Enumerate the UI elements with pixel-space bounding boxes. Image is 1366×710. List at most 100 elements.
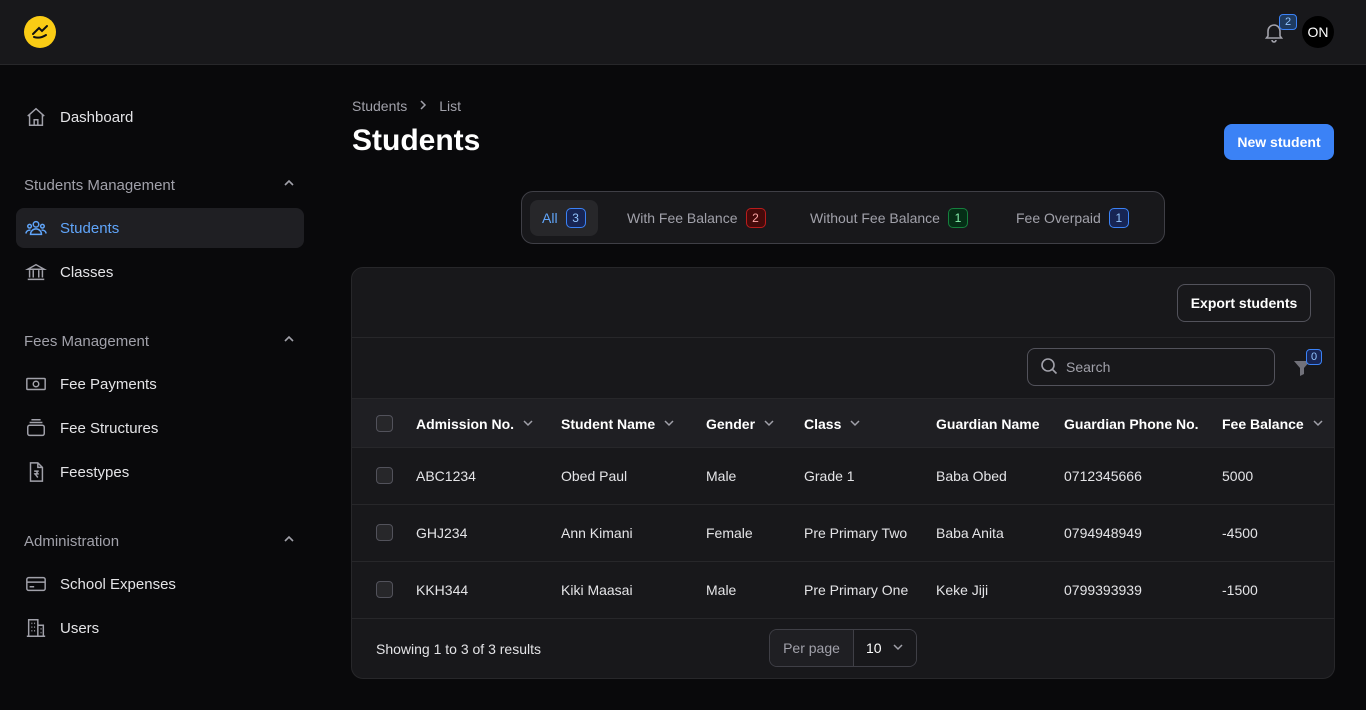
nav-group-administration[interactable]: Administration: [24, 529, 296, 553]
tab-count-badge: 1: [947, 208, 968, 228]
sidebar-item-label: Fee Structures: [60, 419, 159, 437]
per-page-value[interactable]: 10: [854, 630, 916, 666]
breadcrumb-parent[interactable]: Students: [352, 98, 407, 114]
column-header-class[interactable]: Class: [804, 399, 861, 449]
page-title: Students: [352, 124, 481, 157]
tab-with-fee-balance[interactable]: With Fee Balance 2: [615, 200, 778, 236]
cell-fee-balance: -4500: [1222, 525, 1258, 541]
tab-fee-overpaid[interactable]: Fee Overpaid 1: [1004, 200, 1141, 236]
cell-class: Grade 1: [804, 468, 855, 484]
per-page-select[interactable]: Per page 10: [769, 629, 917, 667]
cell-admission-no: GHJ234: [416, 525, 468, 541]
users-icon: [24, 216, 48, 240]
cell-guardian-phone: 0794948949: [1064, 525, 1142, 541]
logo-icon[interactable]: [24, 16, 56, 48]
sidebar: Dashboard Students Management Students C…: [0, 65, 320, 710]
chevron-down-icon: [892, 640, 904, 656]
sidebar-item-label: School Expenses: [60, 575, 176, 593]
sidebar-item-label: Fee Payments: [60, 375, 157, 393]
table-header: Admission No. Student Name Gender Class …: [352, 398, 1334, 448]
sidebar-item-label: Classes: [60, 263, 114, 281]
column-label: Class: [804, 416, 842, 432]
banknote-icon: [24, 372, 48, 396]
tab-label: Without Fee Balance: [810, 210, 940, 226]
cell-student-name: Ann Kimani: [561, 525, 633, 541]
cell-gender: Male: [706, 468, 737, 484]
cell-admission-no: KKH344: [416, 582, 469, 598]
top-bar: 2 ON: [0, 0, 1366, 65]
sidebar-item-fee-payments[interactable]: Fee Payments: [16, 364, 304, 404]
cell-admission-no: ABC1234: [416, 468, 476, 484]
sidebar-item-fee-structures[interactable]: Fee Structures: [16, 408, 304, 448]
chevron-up-icon: [282, 332, 296, 350]
tab-count-badge: 2: [745, 208, 766, 228]
select-all-checkbox[interactable]: [376, 415, 393, 432]
nav-group-label: Students Management: [24, 176, 175, 194]
tab-label: Fee Overpaid: [1016, 210, 1101, 226]
tab-count-badge: 1: [1108, 208, 1129, 228]
home-icon: [24, 105, 48, 129]
search-input[interactable]: [1066, 359, 1246, 375]
nav-group-students-management[interactable]: Students Management: [24, 173, 296, 197]
column-header-admission-no[interactable]: Admission No.: [416, 399, 534, 449]
filter-count-badge: 0: [1306, 349, 1322, 365]
breadcrumb: Students List: [352, 98, 461, 114]
chevron-down-icon: [763, 416, 775, 432]
row-checkbox[interactable]: [376, 467, 393, 484]
column-label: Guardian Name: [936, 416, 1040, 432]
tab-all[interactable]: All 3: [530, 200, 598, 236]
column-header-gender[interactable]: Gender: [706, 399, 775, 449]
row-checkbox[interactable]: [376, 581, 393, 598]
column-header-student-name[interactable]: Student Name: [561, 399, 675, 449]
sidebar-item-label: Students: [60, 219, 120, 237]
sidebar-item-classes[interactable]: Classes: [16, 252, 304, 292]
table-row[interactable]: GHJ234 Ann Kimani Female Pre Primary Two…: [352, 505, 1334, 562]
avatar[interactable]: ON: [1302, 16, 1334, 48]
tab-label: All: [542, 210, 558, 226]
pagination-summary: Showing 1 to 3 of 3 results: [376, 641, 541, 657]
sidebar-item-students[interactable]: Students: [16, 208, 304, 248]
per-page-selected: 10: [866, 640, 882, 656]
cell-guardian-name: Keke Jiji: [936, 582, 989, 598]
nav-group-fees-management[interactable]: Fees Management: [24, 329, 296, 353]
table-row[interactable]: ABC1234 Obed Paul Male Grade 1 Baba Obed…: [352, 448, 1334, 505]
breadcrumb-current: List: [439, 98, 462, 114]
cell-gender: Male: [706, 582, 737, 598]
search-box: [1027, 348, 1275, 386]
sidebar-item-school-expenses[interactable]: School Expenses: [16, 564, 304, 604]
filter-tabs: All 3 With Fee Balance 2 Without Fee Bal…: [521, 191, 1165, 244]
sidebar-item-label: Feestypes: [60, 463, 130, 481]
search-icon: [1040, 357, 1058, 378]
column-header-guardian-phone: Guardian Phone No.: [1064, 399, 1199, 449]
sidebar-item-users[interactable]: Users: [16, 608, 304, 648]
row-checkbox[interactable]: [376, 524, 393, 541]
tab-count-badge: 3: [565, 208, 586, 228]
column-label: Fee Balance: [1222, 416, 1304, 432]
cell-class: Pre Primary One: [804, 582, 909, 598]
column-label: Gender: [706, 416, 756, 432]
sidebar-item-dashboard[interactable]: Dashboard: [16, 97, 304, 137]
new-student-button[interactable]: New student: [1224, 124, 1334, 160]
column-label: Admission No.: [416, 416, 515, 432]
office-building-icon: [24, 616, 48, 640]
divider: [352, 337, 1334, 338]
chevron-down-icon: [522, 416, 534, 432]
column-header-fee-balance[interactable]: Fee Balance: [1222, 399, 1324, 449]
chevron-up-icon: [282, 176, 296, 194]
cell-guardian-name: Baba Anita: [936, 525, 1004, 541]
cell-class: Pre Primary Two: [804, 525, 908, 541]
table-row[interactable]: KKH344 Kiki Maasai Male Pre Primary One …: [352, 562, 1334, 619]
stack-icon: [24, 416, 48, 440]
chevron-down-icon: [849, 416, 861, 432]
cell-fee-balance: -1500: [1222, 582, 1258, 598]
nav-group-label: Administration: [24, 532, 120, 550]
per-page-label: Per page: [770, 630, 854, 666]
tab-without-fee-balance[interactable]: Without Fee Balance 1: [798, 200, 980, 236]
cell-guardian-phone: 0712345666: [1064, 468, 1142, 484]
sidebar-item-feestypes[interactable]: Feestypes: [16, 452, 304, 492]
cell-fee-balance: 5000: [1222, 468, 1254, 484]
cell-guardian-name: Baba Obed: [936, 468, 1007, 484]
column-header-guardian-name: Guardian Name: [936, 399, 1039, 449]
credit-card-icon: [24, 572, 48, 596]
export-students-button[interactable]: Export students: [1177, 284, 1311, 322]
